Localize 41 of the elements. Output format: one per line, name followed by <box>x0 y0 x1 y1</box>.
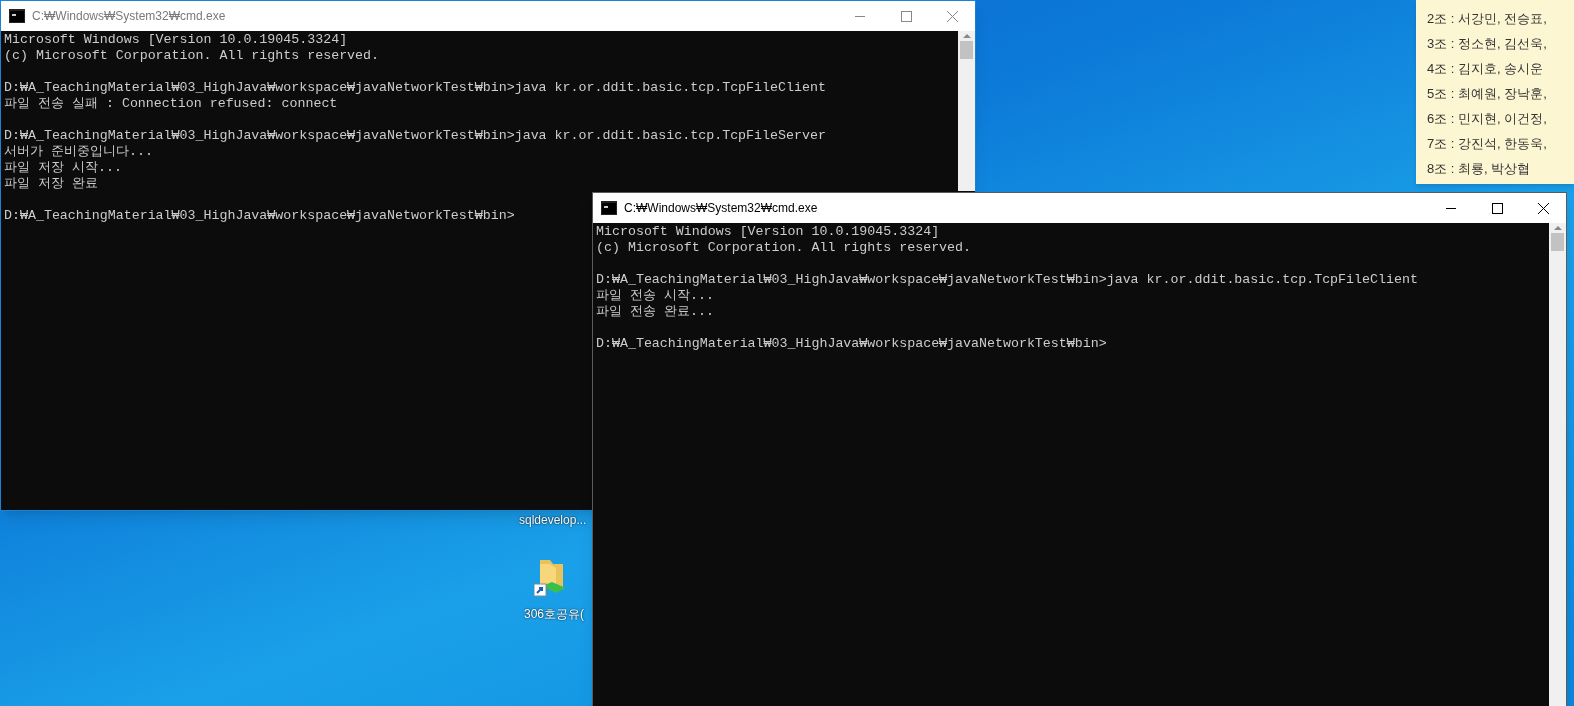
note-line: 7조 : 강진석, 한동욱, <box>1427 135 1547 153</box>
minimize-icon <box>1446 207 1456 209</box>
scrollbar[interactable] <box>958 31 975 191</box>
scroll-up-icon[interactable] <box>1553 225 1562 230</box>
window-title: C:₩Windows₩System32₩cmd.exe <box>32 8 226 25</box>
close-icon <box>946 10 958 22</box>
maximize-icon <box>1491 202 1503 214</box>
note-line: 6조 : 민지현, 이건정, <box>1427 110 1547 128</box>
scrollbar[interactable] <box>1549 223 1566 706</box>
console-line: Microsoft Windows [Version 10.0.19045.3324] <box>596 224 940 240</box>
title-bar[interactable]: C:₩Windows₩System32₩cmd.exe <box>593 193 1566 223</box>
note-line: 2조 : 서강민, 전승표, <box>1427 10 1547 28</box>
scroll-thumb[interactable] <box>1551 233 1564 251</box>
minimize-icon <box>855 15 865 17</box>
console-line: Microsoft Windows [Version 10.0.19045.3324] <box>4 32 348 48</box>
note-line: 8조 : 최룡, 박상협 <box>1427 160 1531 178</box>
scroll-up-icon[interactable] <box>962 33 971 38</box>
console-line: 파일 전송 완료... <box>596 304 714 320</box>
note-line: 4조 : 김지호, 송시운 <box>1427 60 1544 78</box>
console-line: (c) Microsoft Corporation. All rights reserved. <box>4 48 380 64</box>
window-title: C:₩Windows₩System32₩cmd.exe <box>624 200 818 217</box>
note-line: 5조 : 최예원, 장낙훈, <box>1427 85 1547 103</box>
console-app-icon <box>9 9 25 23</box>
console-line: 파일 저장 시작... <box>4 160 122 176</box>
scroll-thumb[interactable] <box>960 41 973 59</box>
console-line: D:₩A_TeachingMaterial₩03_HighJava₩workspace₩javaNetworkTest₩bin> <box>596 336 1107 352</box>
console-line: D:₩A_TeachingMaterial₩03_HighJava₩workspace₩javaNetworkTest₩bin>java kr.or.ddit.basic.tcp.TcpFileClient <box>596 272 1418 288</box>
console-line: 파일 전송 시작... <box>596 288 714 304</box>
console-line: 서버가 준비중입니다... <box>4 144 153 160</box>
console-line: 파일 전송 실패 : Connection refused: connect <box>4 96 338 112</box>
console-line: 파일 저장 완료 <box>4 176 98 192</box>
note-line: 3조 : 정소현, 김선욱, <box>1427 35 1547 53</box>
console-app-icon <box>601 201 617 215</box>
close-icon <box>1537 202 1549 214</box>
icon-label[interactable]: sqldevelop... <box>519 513 587 527</box>
maximize-icon <box>900 10 912 22</box>
icon-label[interactable]: 306호공유( <box>524 607 585 621</box>
console-line: D:₩A_TeachingMaterial₩03_HighJava₩workspace₩javaNetworkTest₩bin>java kr.or.ddit.basic.tcp.TcpFileClient <box>4 80 826 96</box>
console-line: D:₩A_TeachingMaterial₩03_HighJava₩workspace₩javaNetworkTest₩bin> <box>4 208 515 224</box>
console-line: (c) Microsoft Corporation. All rights reserved. <box>596 240 972 256</box>
console-line: D:₩A_TeachingMaterial₩03_HighJava₩workspace₩javaNetworkTest₩bin>java kr.or.ddit.basic.tcp.TcpFileServer <box>4 128 826 144</box>
